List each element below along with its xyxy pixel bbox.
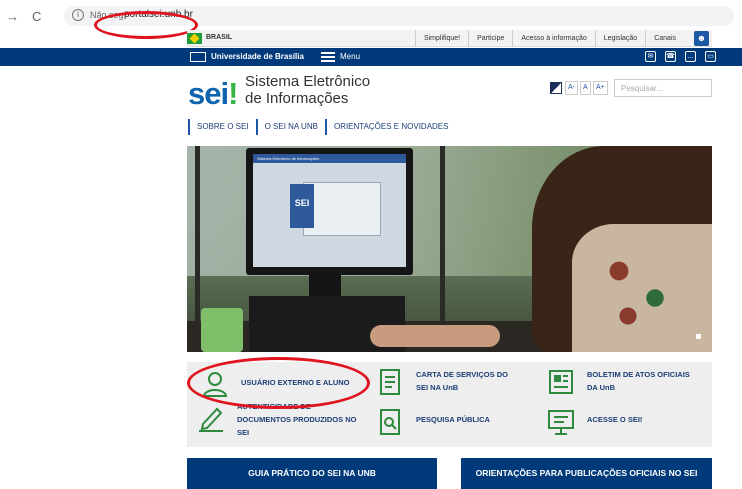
orientacoes-publicacoes-button[interactable]: ORIENTAÇÕES PARA PUBLICAÇÕES OFICIAIS NO… — [461, 458, 712, 489]
screen-sei-logo: SEI — [290, 184, 314, 228]
sei-logo-text: sei — [188, 76, 229, 111]
unb-logo-icon — [190, 52, 206, 62]
back-arrow-icon[interactable]: → — [6, 9, 19, 24]
service-label: ACESSE O SEI! — [587, 415, 643, 424]
search-input[interactable] — [614, 79, 712, 97]
accessibility-icon[interactable]: ☻ — [694, 31, 709, 46]
service-label: PESQUISA PÚBLICA — [416, 415, 490, 424]
person-shirt — [572, 224, 712, 352]
gov-link-canais[interactable]: Canais — [645, 30, 684, 47]
gov-bar: BRASIL Simplifique! Participe Acesso à i… — [187, 30, 712, 47]
university-bar: Universidade de Brasília Menu ✉ ☎ … ▭ — [0, 48, 742, 66]
person-arm — [370, 325, 500, 347]
service-label: CARTA DE SERVIÇOS DO SEI NA UnB — [416, 370, 508, 392]
service-label: BOLETIM DE ATOS OFICIAIS DA UnB — [587, 370, 690, 392]
gov-links: Simplifique! Participe Acesso à informaç… — [414, 30, 684, 47]
pen-signature-icon — [199, 407, 223, 432]
sei-logo-bang: ! — [228, 76, 238, 111]
university-name[interactable]: Universidade de Brasília — [211, 52, 304, 61]
document-icon — [380, 369, 400, 395]
gov-link-participe[interactable]: Participe — [468, 30, 512, 47]
gov-link-acesso-informacao[interactable]: Acesso à informação — [512, 30, 594, 47]
service-boletim-atos[interactable]: BOLETIM DE ATOS OFICIAIS DA UnB — [547, 368, 707, 396]
highlight-ellipse-url — [94, 11, 198, 39]
font-increase-button[interactable]: A+ — [593, 81, 608, 95]
carousel-indicator[interactable] — [696, 334, 701, 339]
info-icon[interactable]: i — [72, 9, 84, 21]
gov-brasil-link[interactable]: BRASIL — [206, 34, 232, 41]
font-reset-button[interactable]: A — [580, 81, 591, 95]
search-document-icon — [380, 409, 400, 435]
newspaper-icon — [549, 370, 573, 394]
guia-pratico-button[interactable]: GUIA PRÁTICO DO SEI NA UNB — [187, 458, 437, 489]
cup — [201, 308, 243, 352]
font-decrease-button[interactable]: A- — [565, 81, 578, 95]
sei-logo[interactable]: sei! — [188, 76, 238, 112]
nav-sobre-o-sei[interactable]: SOBRE O SEI — [188, 119, 256, 135]
contrast-icon[interactable] — [550, 82, 562, 94]
service-carta-servicos[interactable]: CARTA DE SERVIÇOS DO SEI NA UnB — [376, 368, 536, 396]
gov-link-simplifique[interactable]: Simplifique! — [414, 30, 468, 47]
menu-label[interactable]: Menu — [340, 52, 360, 61]
mail-icon[interactable]: ✉ — [645, 51, 656, 62]
monitor-icon — [548, 410, 574, 435]
highlight-ellipse-usuario — [187, 357, 370, 409]
service-pesquisa-publica[interactable]: PESQUISA PÚBLICA — [376, 408, 536, 436]
monitor-small-icon[interactable]: ▭ — [705, 51, 716, 62]
nav-orientacoes-novidades[interactable]: ORIENTAÇÕES E NOVIDADES — [324, 119, 456, 135]
reload-icon[interactable]: C — [32, 9, 41, 24]
nav-o-sei-na-unb[interactable]: O SEI NA UNB — [255, 119, 325, 135]
gov-link-legislacao[interactable]: Legislação — [594, 30, 645, 47]
brazil-flag-icon — [187, 33, 202, 44]
hamburger-menu-icon[interactable] — [321, 52, 335, 62]
screen-header: Sistema Eletrônico de Informações — [253, 154, 406, 163]
hero-banner[interactable]: Sistema Eletrônico de Informações SEI — [187, 146, 712, 352]
service-acesse-sei[interactable]: ACESSE O SEI! — [547, 408, 707, 436]
service-autenticidade[interactable]: AUTENTICIDADE DE DOCUMENTOS PRODUZIDOS N… — [197, 402, 367, 439]
top-icons: ✉ ☎ … ▭ — [645, 51, 716, 62]
phone-icon[interactable]: ☎ — [665, 51, 676, 62]
screen-header-text: Sistema Eletrônico de Informações — [257, 156, 320, 161]
screen-login-panel — [303, 182, 381, 236]
site-title: Sistema Eletrônico de Informações — [245, 73, 371, 107]
main-nav: SOBRE O SEI O SEI NA UNB ORIENTAÇÕES E N… — [188, 119, 455, 135]
chat-icon[interactable]: … — [685, 51, 696, 62]
